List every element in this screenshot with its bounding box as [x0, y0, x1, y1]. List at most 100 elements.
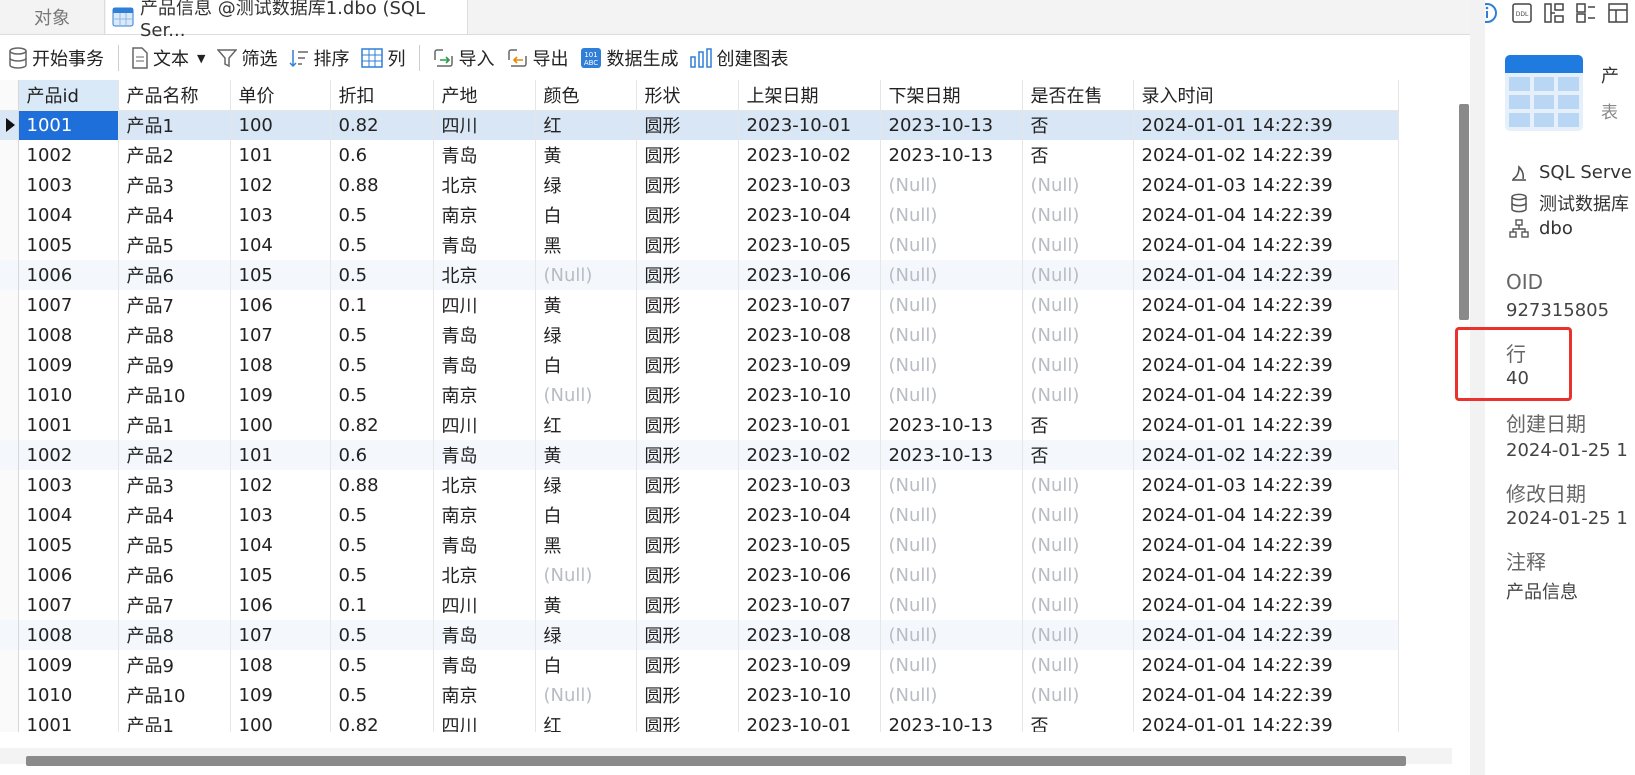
table-cell[interactable]: (Null) [880, 650, 1023, 680]
table-cell[interactable]: 四川 [433, 290, 536, 320]
table-cell[interactable]: (Null) [1022, 530, 1134, 560]
table-cell[interactable]: 白 [535, 650, 637, 680]
table-cell[interactable]: 106 [230, 290, 331, 320]
column-header[interactable]: 是否在售 [1022, 80, 1134, 111]
table-cell[interactable]: 1007 [18, 590, 119, 620]
table-cell[interactable]: 102 [230, 170, 331, 200]
column-header[interactable]: 产品id [18, 80, 119, 111]
table-cell[interactable]: 104 [230, 530, 331, 560]
table-cell[interactable]: 100 [230, 110, 331, 140]
table-cell[interactable]: (Null) [1022, 620, 1134, 650]
row-gutter[interactable] [0, 350, 19, 380]
table-cell[interactable]: 四川 [433, 110, 536, 140]
table-cell[interactable]: 南京 [433, 680, 536, 710]
tab-table-product-info[interactable]: 产品信息 @测试数据库1.dbo (SQL Ser... [106, 0, 468, 41]
table-cell[interactable]: (Null) [880, 320, 1023, 350]
table-cell[interactable]: 黄 [535, 290, 637, 320]
column-header[interactable]: 产品名称 [118, 80, 231, 111]
row-gutter[interactable] [0, 470, 19, 500]
table-cell[interactable]: 2023-10-01 [738, 710, 881, 732]
table-cell[interactable]: 1003 [18, 470, 119, 500]
row-gutter[interactable] [0, 620, 19, 650]
table-cell[interactable]: (Null) [880, 620, 1023, 650]
table-cell[interactable]: 黄 [535, 440, 637, 470]
export-button[interactable]: 导出 [506, 43, 568, 73]
table-cell[interactable]: 2023-10-13 [880, 710, 1023, 732]
table-cell[interactable]: (Null) [880, 590, 1023, 620]
table-cell[interactable]: (Null) [535, 560, 637, 590]
table-cell[interactable]: 黑 [535, 530, 637, 560]
table-cell[interactable]: 产品10 [118, 680, 231, 710]
table-cell[interactable]: 0.5 [330, 350, 434, 380]
table-cell[interactable]: 产品2 [118, 140, 231, 170]
table-cell[interactable]: 103 [230, 500, 331, 530]
info-icon[interactable] [1485, 2, 1501, 28]
table-cell[interactable]: 圆形 [636, 470, 739, 500]
table-cell[interactable]: 产品1 [118, 710, 231, 732]
table-cell[interactable]: 产品10 [118, 380, 231, 410]
table-row[interactable]: 1003 产品3 102 0.88 北京绿圆形 2023-10-03 (Null) (Null… [0, 470, 1399, 500]
table-cell[interactable]: (Null) [880, 530, 1023, 560]
table-cell[interactable]: (Null) [1022, 260, 1134, 290]
table-cell[interactable]: 0.5 [330, 680, 434, 710]
table-cell[interactable]: 2024-01-01 14:22:39 [1133, 110, 1399, 140]
table-cell[interactable]: 2023-10-09 [738, 650, 881, 680]
table-cell[interactable]: 101 [230, 140, 331, 170]
table-cell[interactable]: 南京 [433, 200, 536, 230]
table-cell[interactable]: 1010 [18, 680, 119, 710]
table-cell[interactable]: 2023-10-05 [738, 230, 881, 260]
table-cell[interactable]: 1001 [18, 710, 119, 732]
sort-button[interactable]: 排序 [289, 43, 349, 73]
table-cell[interactable]: 1008 [18, 320, 119, 350]
table-cell[interactable]: 圆形 [636, 530, 739, 560]
table-cell[interactable]: 产品7 [118, 590, 231, 620]
table-cell[interactable]: 2023-10-08 [738, 320, 881, 350]
table-cell[interactable]: 106 [230, 590, 331, 620]
table-cell[interactable]: 白 [535, 500, 637, 530]
create-chart-button[interactable]: 创建图表 [690, 43, 788, 73]
table-cell[interactable]: 0.5 [330, 200, 434, 230]
table-cell[interactable]: 0.5 [330, 650, 434, 680]
table-cell[interactable]: (Null) [1022, 290, 1134, 320]
table-cell[interactable]: (Null) [880, 500, 1023, 530]
table-cell[interactable]: (Null) [535, 380, 637, 410]
table-cell[interactable]: 2023-10-03 [738, 470, 881, 500]
table-cell[interactable]: 2024-01-02 14:22:39 [1133, 140, 1399, 170]
table-cell[interactable]: (Null) [1022, 560, 1134, 590]
table-row[interactable]: 1001 产品1 100 0.82 四川红圆形 2023-10-01 2023-10-13 否… [0, 110, 1399, 140]
table-cell[interactable]: 2023-10-07 [738, 290, 881, 320]
row-gutter[interactable] [0, 560, 19, 590]
table-cell[interactable]: 2024-01-04 14:22:39 [1133, 200, 1399, 230]
table-cell[interactable]: 红 [535, 110, 637, 140]
table-cell[interactable]: 0.82 [330, 710, 434, 732]
table-cell[interactable]: 白 [535, 200, 637, 230]
table-cell[interactable]: (Null) [880, 260, 1023, 290]
preview-icon[interactable] [1607, 2, 1629, 28]
table-cell[interactable]: (Null) [1022, 320, 1134, 350]
table-cell[interactable]: 105 [230, 560, 331, 590]
row-gutter[interactable] [0, 500, 19, 530]
table-cell[interactable]: (Null) [1022, 170, 1134, 200]
data-grid[interactable]: 产品id 产品名称 单价 折扣 产地 颜色 形状 上架日期 下架日期 是否在售 录入时间 1001 产… [0, 80, 1452, 732]
table-cell[interactable]: 1005 [18, 230, 119, 260]
table-cell[interactable]: 青岛 [433, 320, 536, 350]
table-cell[interactable]: 1002 [18, 440, 119, 470]
table-cell[interactable]: 圆形 [636, 410, 739, 440]
row-gutter[interactable] [0, 170, 19, 200]
table-row[interactable]: 1006 产品6 105 0.5 北京 (Null) 圆形 2023-10-06 (Null)(… [0, 560, 1399, 590]
horizontal-scrollbar[interactable] [26, 756, 1406, 766]
table-cell[interactable]: 产品7 [118, 290, 231, 320]
table-cell[interactable]: (Null) [535, 260, 637, 290]
table-cell[interactable]: 2023-10-13 [880, 440, 1023, 470]
row-gutter[interactable] [0, 710, 19, 732]
table-cell[interactable]: 1005 [18, 530, 119, 560]
column-header[interactable]: 上架日期 [738, 80, 881, 111]
table-cell[interactable]: 圆形 [636, 350, 739, 380]
table-cell[interactable]: (Null) [880, 680, 1023, 710]
table-cell[interactable]: 圆形 [636, 560, 739, 590]
table-cell[interactable]: (Null) [880, 200, 1023, 230]
table-row[interactable]: 1006 产品6 105 0.5 北京 (Null) 圆形 2023-10-06 (Null)(… [0, 260, 1399, 290]
table-cell[interactable]: 圆形 [636, 710, 739, 732]
table-cell[interactable]: 0.5 [330, 380, 434, 410]
table-cell[interactable]: 2024-01-04 14:22:39 [1133, 620, 1399, 650]
